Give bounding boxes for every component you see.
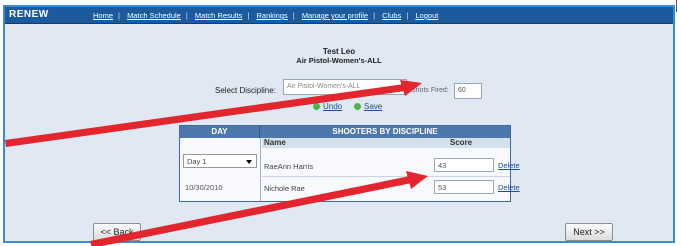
annotation-arrow-2 — [90, 176, 412, 246]
annotation-arrowhead-2 — [406, 171, 428, 189]
annotation-arrow-1 — [5, 84, 405, 147]
annotation-arrows — [5, 80, 428, 246]
annotation-arrowhead-1 — [400, 80, 422, 96]
